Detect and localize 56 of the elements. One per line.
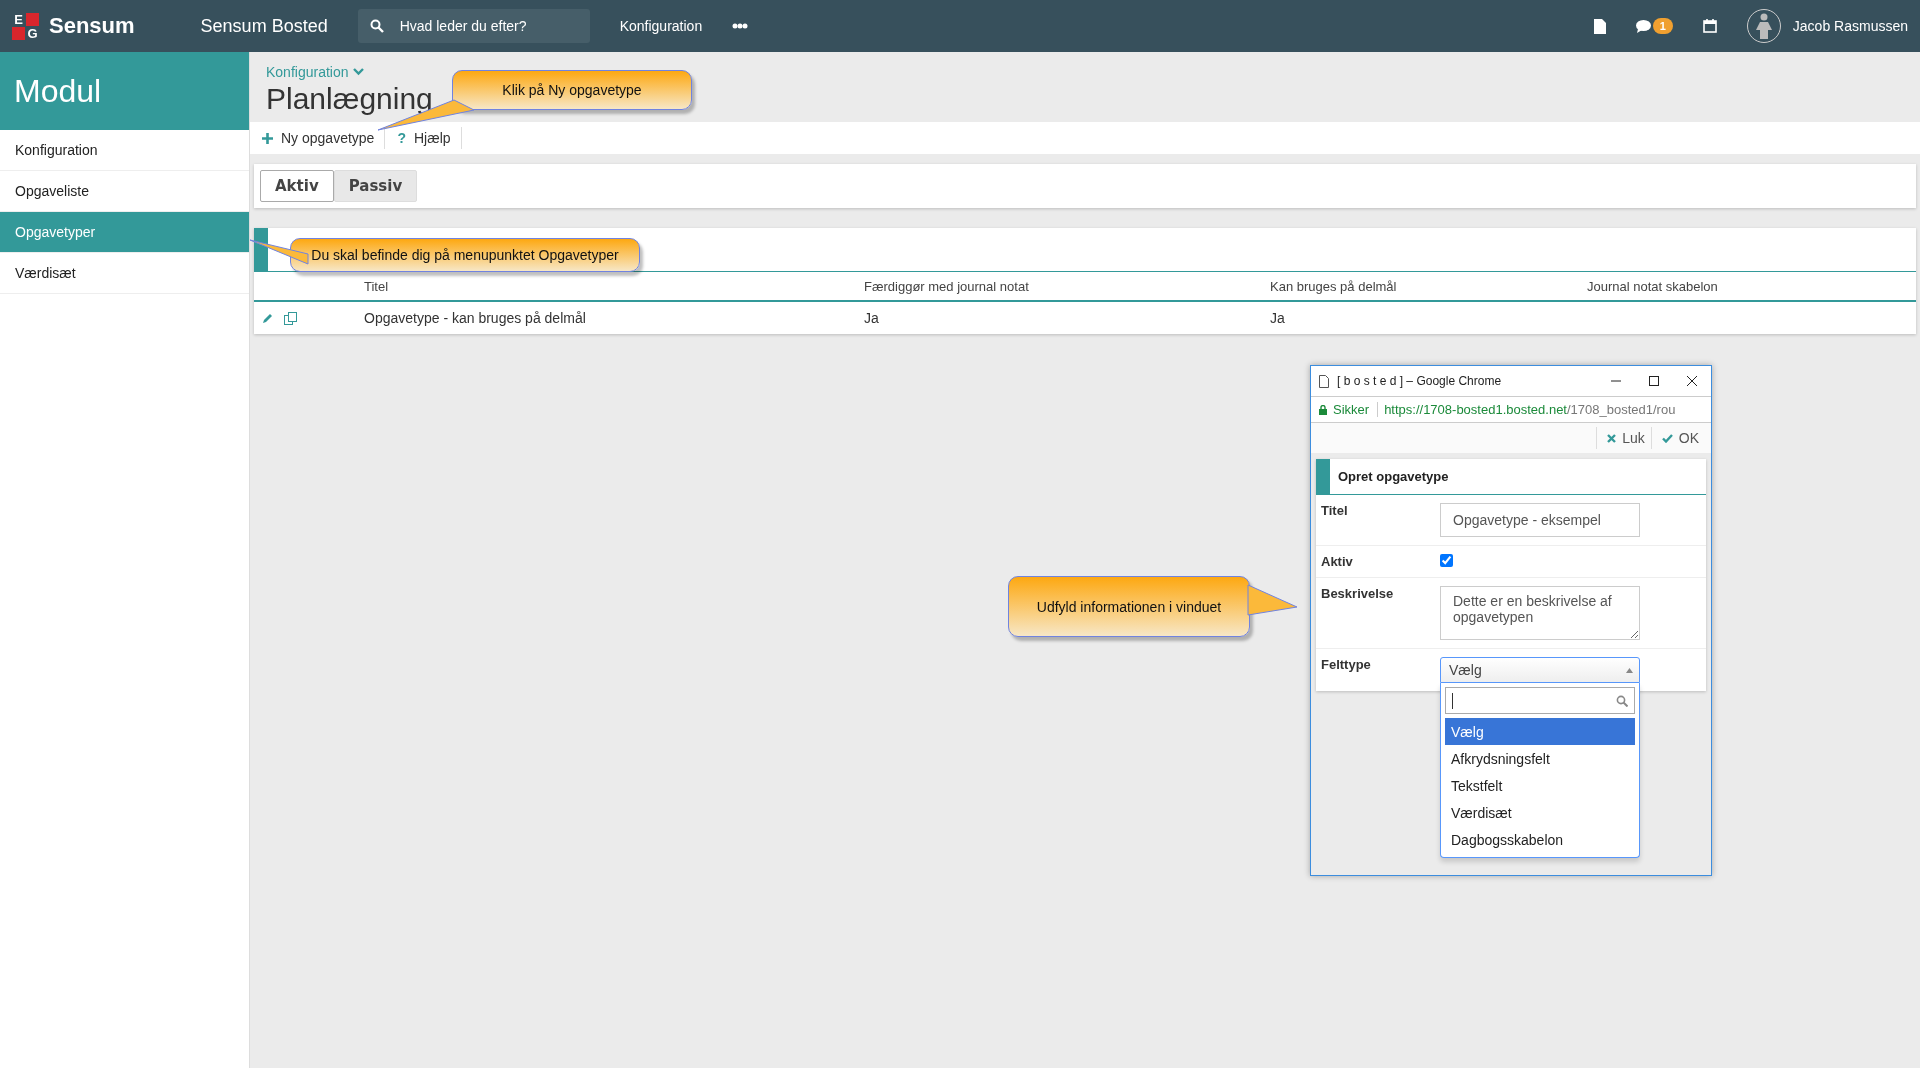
app-title: Sensum Bosted xyxy=(200,15,328,37)
calendar-icon[interactable] xyxy=(1702,19,1717,33)
lock-icon xyxy=(1319,404,1327,415)
page-icon xyxy=(1319,374,1329,388)
logo-text: Sensum xyxy=(49,13,135,39)
textarea-field[interactable]: Dette er en beskrivelse af opgavetypen xyxy=(1440,586,1640,640)
checkmark-icon xyxy=(1661,433,1673,443)
checkbox[interactable] xyxy=(1440,554,1453,567)
input-field[interactable]: Opgavetype - eksempel xyxy=(1440,503,1640,537)
callout: Udfyld informationen i vinduet xyxy=(1008,576,1250,637)
table-cell-text: Ja xyxy=(1270,310,1286,326)
callout-pointer xyxy=(1248,585,1298,615)
page-title: Planlægning xyxy=(266,82,433,116)
maximize-icon[interactable] xyxy=(1649,376,1659,386)
ok-button[interactable]: OK xyxy=(1650,427,1705,449)
nav-link[interactable]: Konfiguration xyxy=(619,18,703,34)
pencil-icon[interactable] xyxy=(262,311,274,324)
close-button[interactable]: Luk xyxy=(1596,427,1651,449)
select-field[interactable]: Vælg xyxy=(1440,657,1640,683)
column-header: Journal notat skabelon xyxy=(1587,278,1719,294)
table-cell-text: Ja xyxy=(864,310,880,326)
copy-icon[interactable] xyxy=(284,311,297,325)
tab[interactable]: Aktiv xyxy=(260,170,334,202)
search-icon xyxy=(369,19,384,33)
chat-icon[interactable] xyxy=(1635,19,1651,33)
callout: Du skal befinde dig på menupunktet Opgavetyper xyxy=(290,238,640,272)
user-name[interactable]: Jacob Rasmussen xyxy=(1792,18,1908,34)
chevron-icon xyxy=(352,68,364,76)
form-title: Opret opgavetype xyxy=(1337,469,1449,484)
document-icon[interactable] xyxy=(1593,18,1606,34)
field-label: Titel xyxy=(1321,503,1349,520)
tab[interactable]: Passiv xyxy=(333,170,418,202)
address-bar[interactable]: Sikker https://1708-bosted1.bosted.net/1708_bosted1/rou xyxy=(1311,396,1711,423)
notification-badge: 1 xyxy=(1652,18,1673,34)
field-label: Beskrivelse xyxy=(1321,586,1395,603)
plus-icon xyxy=(262,132,273,144)
table-cell-text: Opgavetype - kan bruges på delmål xyxy=(364,310,587,326)
close-icon xyxy=(1607,433,1617,443)
dropdown-option[interactable]: Vælg xyxy=(1445,718,1635,745)
dropdown-search-field[interactable] xyxy=(1445,687,1635,714)
search-icon xyxy=(1616,694,1628,707)
more-icon[interactable] xyxy=(732,23,749,29)
field-label: Felttype xyxy=(1321,657,1372,674)
window-title: [ b o s t e d ] – Google Chrome xyxy=(1337,374,1502,388)
sidebar-title: Modul xyxy=(0,52,249,130)
url-text: https://1708-bosted1.bosted.net/1708_bosted1/rou xyxy=(1384,402,1676,417)
close-icon[interactable] xyxy=(1687,376,1697,386)
column-header: Færdiggør med journal notat xyxy=(864,278,1030,294)
callout: Klik på Ny opgavetype xyxy=(452,70,692,110)
secure-label: Sikker xyxy=(1333,402,1379,417)
callout-pointer xyxy=(250,240,310,266)
search-field[interactable]: Hvad leder du efter? xyxy=(357,9,590,43)
field-label: Aktiv xyxy=(1321,554,1354,569)
column-header: Titel xyxy=(364,278,390,294)
caret-up-icon xyxy=(1626,667,1633,673)
column-header: Kan bruges på delmål xyxy=(1270,278,1398,294)
